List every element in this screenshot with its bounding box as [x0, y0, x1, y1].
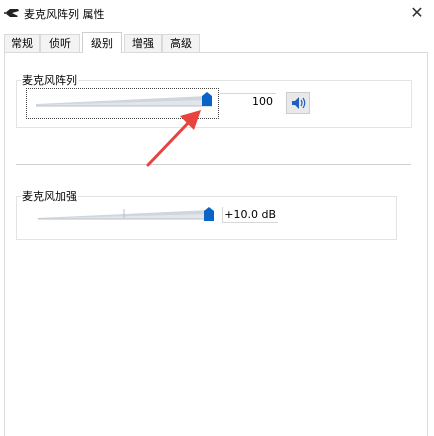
- tab-enhancements[interactable]: 增强: [124, 34, 162, 52]
- tab-label: 侦听: [49, 37, 71, 50]
- tab-advanced[interactable]: 高级: [162, 34, 200, 52]
- mic-array-slider[interactable]: [36, 94, 216, 108]
- title-bar: 麦克风阵列 属性 ✕: [0, 0, 434, 28]
- tab-listen[interactable]: 侦听: [40, 34, 80, 52]
- window-title: 麦克风阵列 属性: [24, 8, 105, 21]
- mic-array-value-text: 100: [252, 95, 273, 108]
- mic-boost-value[interactable]: +10.0 dB: [222, 207, 278, 223]
- mic-array-slider-thumb[interactable]: [202, 92, 212, 106]
- mic-boost-slider[interactable]: [38, 207, 218, 221]
- mic-array-value[interactable]: 100: [220, 93, 276, 109]
- tab-label: 增强: [132, 37, 154, 50]
- tab-levels[interactable]: 级别: [82, 32, 122, 53]
- mic-boost-value-text: +10.0 dB: [224, 208, 276, 221]
- tab-label: 高级: [170, 37, 192, 50]
- speaker-icon: [292, 97, 306, 109]
- close-icon: ✕: [410, 3, 424, 22]
- tab-label: 级别: [91, 37, 113, 50]
- mute-button[interactable]: [286, 92, 310, 114]
- close-button[interactable]: ✕: [404, 2, 430, 24]
- tab-general[interactable]: 常规: [4, 34, 40, 52]
- mic-boost-slider-thumb[interactable]: [204, 207, 214, 221]
- separator: [16, 164, 411, 165]
- microphone-icon: [4, 9, 19, 17]
- mic-boost-label: 麦克风加强: [21, 188, 78, 204]
- tab-label: 常规: [11, 37, 33, 50]
- mic-array-label: 麦克风阵列: [21, 72, 78, 88]
